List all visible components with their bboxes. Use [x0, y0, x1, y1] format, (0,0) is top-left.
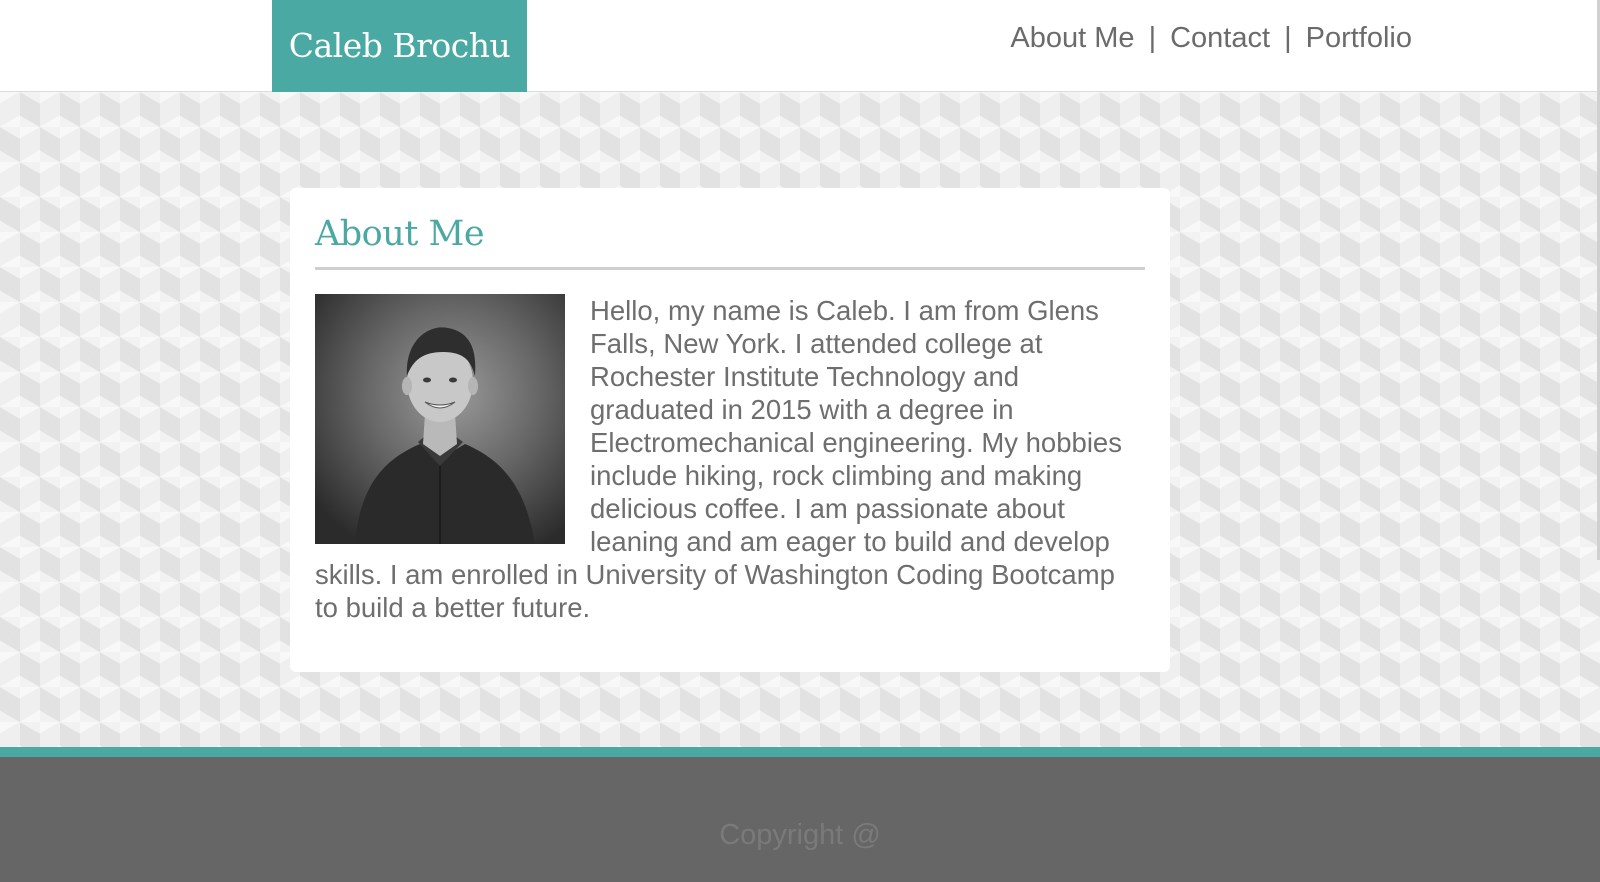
brand-logo[interactable]: Caleb Brochu [272, 0, 527, 92]
nav-link-about-me[interactable]: About Me [1010, 22, 1134, 55]
copyright-text: Copyright @ [719, 819, 881, 851]
main-nav: About Me | Contact | Portfolio [1010, 22, 1412, 55]
nav-separator: | [1148, 22, 1157, 54]
profile-photo-image [315, 294, 565, 544]
page: Caleb Brochu About Me | Contact | Portfo… [0, 0, 1600, 882]
about-me-card: About Me Hello, my name is Caleb. I am f… [290, 188, 1170, 672]
site-footer: Copyright @ [0, 757, 1600, 882]
section-title: About Me [315, 214, 485, 254]
nav-link-portfolio[interactable]: Portfolio [1306, 22, 1412, 55]
footer-accent-bar [0, 747, 1600, 757]
title-divider [315, 267, 1145, 270]
nav-separator: | [1284, 22, 1292, 54]
site-header: Caleb Brochu About Me | Contact | Portfo… [0, 0, 1600, 92]
profile-photo [315, 294, 565, 544]
nav-link-contact[interactable]: Contact [1170, 22, 1270, 55]
